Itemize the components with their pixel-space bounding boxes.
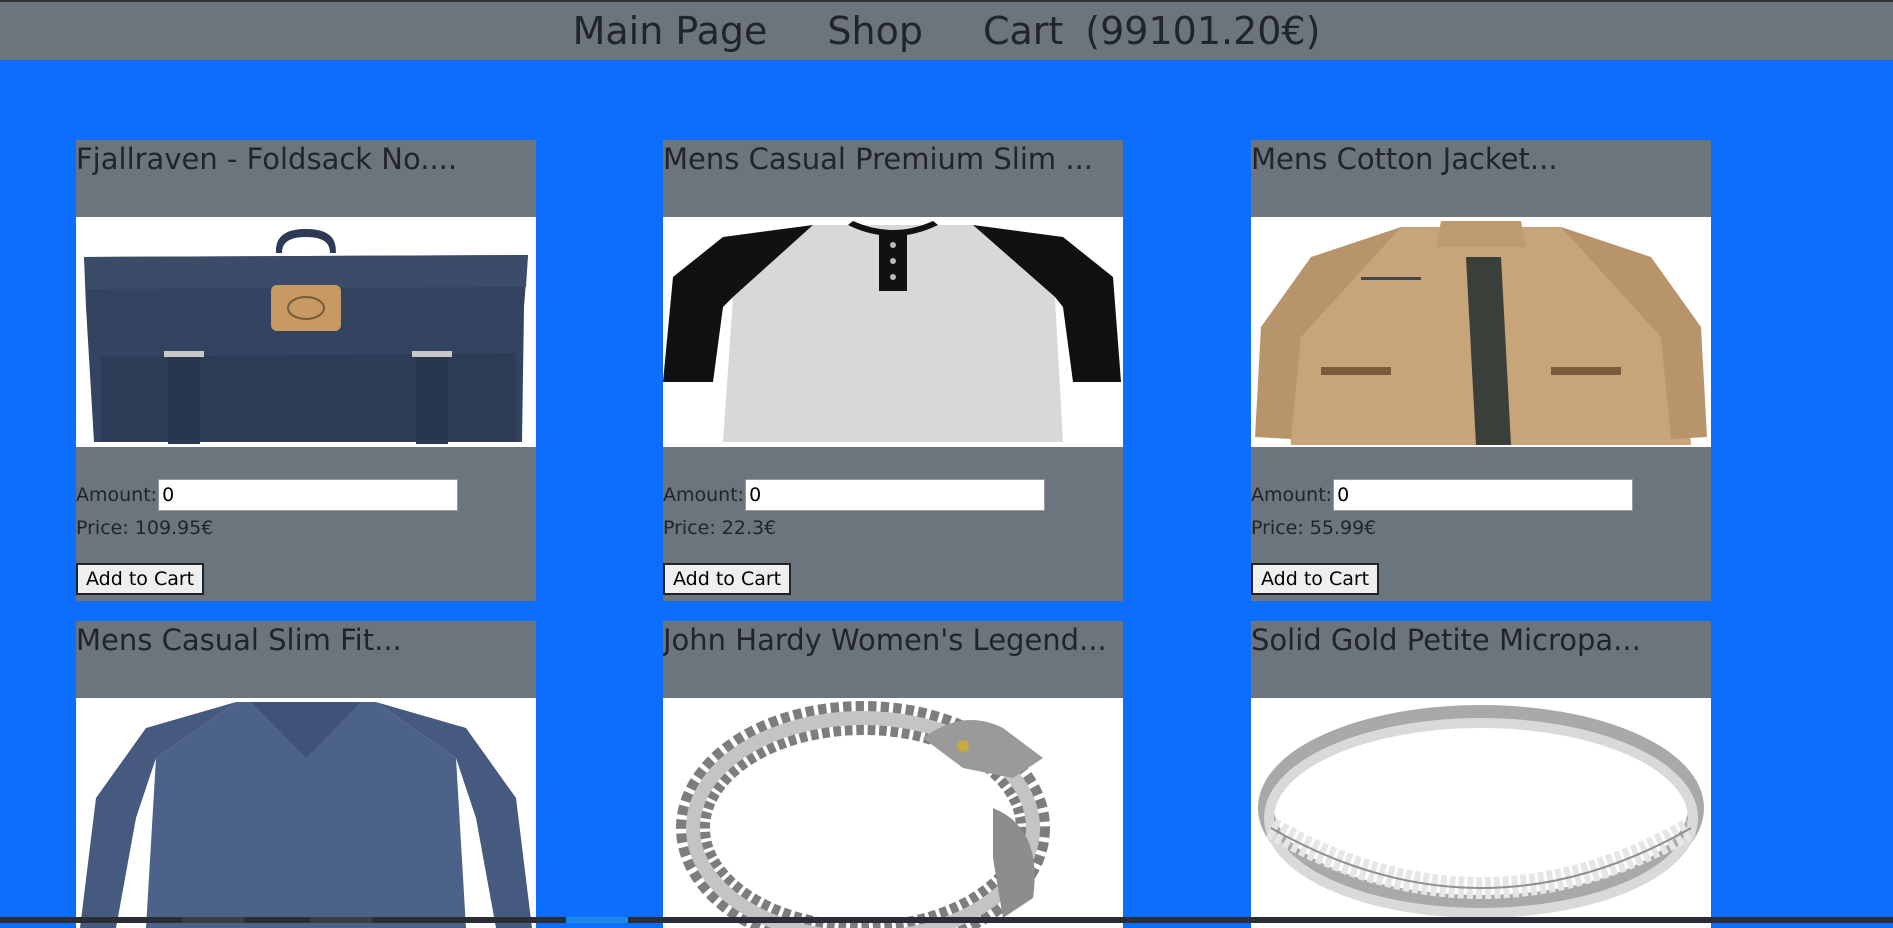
amount-row: Amount: bbox=[76, 477, 536, 513]
product-card: Mens Casual Slim Fit... bbox=[76, 621, 536, 928]
amount-input[interactable] bbox=[1333, 479, 1634, 511]
product-title: Mens Casual Premium Slim ... bbox=[663, 142, 1094, 176]
amount-input[interactable] bbox=[158, 479, 459, 511]
amount-input[interactable] bbox=[745, 479, 1046, 511]
dragon-bracelet-image bbox=[663, 698, 1123, 928]
product-card: Mens Cotton Jacket... Amount: Price: 55.… bbox=[1251, 140, 1711, 601]
cart-total: (99101.20€) bbox=[1085, 9, 1321, 53]
product-title: Solid Gold Petite Micropa... bbox=[1251, 623, 1641, 657]
backpack-image bbox=[76, 217, 536, 447]
product-card-body: Amount: Price: 55.99€ Add to Cart bbox=[1251, 447, 1711, 601]
raglan-tshirt-image bbox=[663, 217, 1123, 447]
top-navbar: Main Page Shop Cart (99101.20€) bbox=[0, 0, 1893, 60]
product-card-body: Amount: Price: 109.95€ Add to Cart bbox=[76, 447, 536, 601]
product-card: John Hardy Women's Legend... bbox=[663, 621, 1123, 928]
taskbar-item-active[interactable] bbox=[566, 917, 628, 923]
nav-cart-link[interactable]: Cart (99101.20€) bbox=[983, 12, 1321, 50]
amount-row: Amount: bbox=[1251, 477, 1711, 513]
nav-cart-label: Cart bbox=[982, 9, 1064, 53]
nav-shop-link[interactable]: Shop bbox=[827, 12, 923, 50]
longsleeve-shirt-image bbox=[76, 698, 536, 928]
taskbar bbox=[0, 917, 1893, 923]
add-to-cart-button[interactable]: Add to Cart bbox=[1251, 563, 1380, 595]
taskbar-item[interactable] bbox=[310, 917, 372, 923]
product-price: Price: 55.99€ bbox=[1251, 517, 1377, 539]
product-price: Price: 22.3€ bbox=[663, 517, 777, 539]
product-card: Fjallraven - Foldsack No.... Amount: Pri… bbox=[76, 140, 536, 601]
taskbar-item[interactable] bbox=[182, 917, 244, 923]
amount-label: Amount: bbox=[663, 484, 745, 506]
diamond-ring-image bbox=[1251, 698, 1711, 928]
add-to-cart-button[interactable]: Add to Cart bbox=[76, 563, 205, 595]
product-title: John Hardy Women's Legend... bbox=[663, 623, 1107, 657]
amount-row: Amount: bbox=[663, 477, 1123, 513]
product-title: Fjallraven - Foldsack No.... bbox=[76, 142, 458, 176]
product-card: Solid Gold Petite Micropa... bbox=[1251, 621, 1711, 928]
nav-main-page-link[interactable]: Main Page bbox=[573, 12, 768, 50]
cotton-jacket-image bbox=[1251, 217, 1711, 447]
product-card: Mens Casual Premium Slim ... Amount: Pri… bbox=[663, 140, 1123, 601]
product-price: Price: 109.95€ bbox=[76, 517, 214, 539]
amount-label: Amount: bbox=[1251, 484, 1333, 506]
product-title: Mens Casual Slim Fit... bbox=[76, 623, 402, 657]
add-to-cart-button[interactable]: Add to Cart bbox=[663, 563, 792, 595]
amount-label: Amount: bbox=[76, 484, 158, 506]
product-card-body: Amount: Price: 22.3€ Add to Cart bbox=[663, 447, 1123, 601]
product-title: Mens Cotton Jacket... bbox=[1251, 142, 1558, 176]
